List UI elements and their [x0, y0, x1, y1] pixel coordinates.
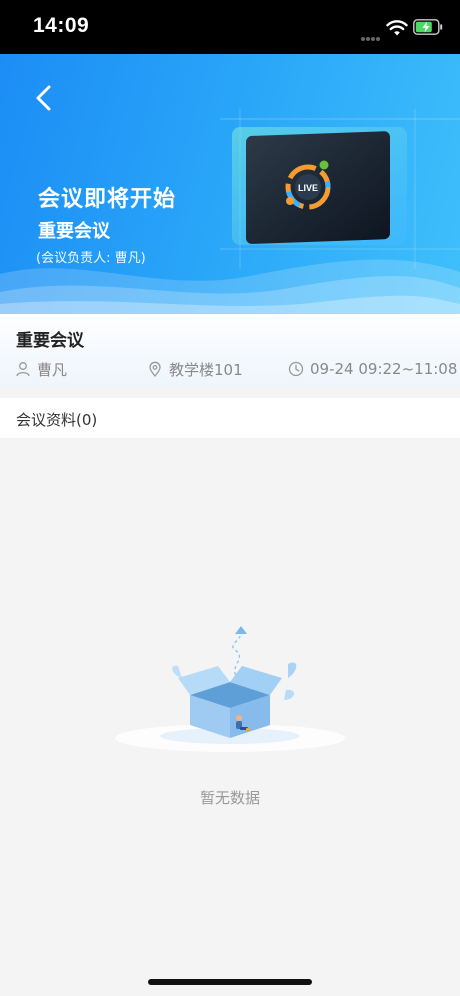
meeting-info-card: 重要会议 曹凡 教学楼101 09-24 09:22~11:08	[0, 314, 460, 386]
hero-subtitle: 重要会议	[38, 221, 110, 242]
hero-host-line: (会议负责人: 曹凡)	[36, 251, 146, 266]
location-pin-icon	[149, 361, 161, 377]
empty-state-text: 暂无数据	[199, 789, 260, 807]
meeting-host-text: 曹凡	[37, 360, 68, 379]
live-screen-illustration: LIVE	[220, 109, 460, 269]
meeting-location-text: 教学楼101	[169, 360, 243, 379]
battery-charging-icon	[413, 19, 443, 35]
meeting-hero-banner: 会议即将开始 重要会议 (会议负责人: 曹凡) LIVE	[0, 54, 460, 314]
clock-icon	[288, 361, 304, 377]
meeting-name: 重要会议	[16, 331, 84, 351]
cellular-signal-icon	[361, 26, 381, 41]
user-icon	[16, 362, 30, 377]
meeting-time: 09-24 09:22~11:08	[288, 359, 457, 379]
status-bar: 14:09	[0, 0, 460, 54]
home-indicator[interactable]	[148, 979, 312, 985]
meeting-materials-header: 会议资料(0)	[0, 398, 460, 438]
meeting-materials-label: 会议资料(0)	[16, 411, 98, 429]
status-time: 14:09	[33, 14, 90, 37]
meeting-time-text: 09-24 09:22~11:08	[310, 360, 458, 378]
empty-box-icon	[115, 626, 345, 752]
meeting-host: 曹凡	[15, 359, 67, 379]
meeting-location: 教学楼101	[147, 359, 243, 379]
hero-title: 会议即将开始	[38, 187, 177, 212]
svg-text:LIVE: LIVE	[298, 183, 318, 193]
wifi-icon	[386, 20, 408, 36]
back-chevron-icon[interactable]	[30, 82, 58, 114]
